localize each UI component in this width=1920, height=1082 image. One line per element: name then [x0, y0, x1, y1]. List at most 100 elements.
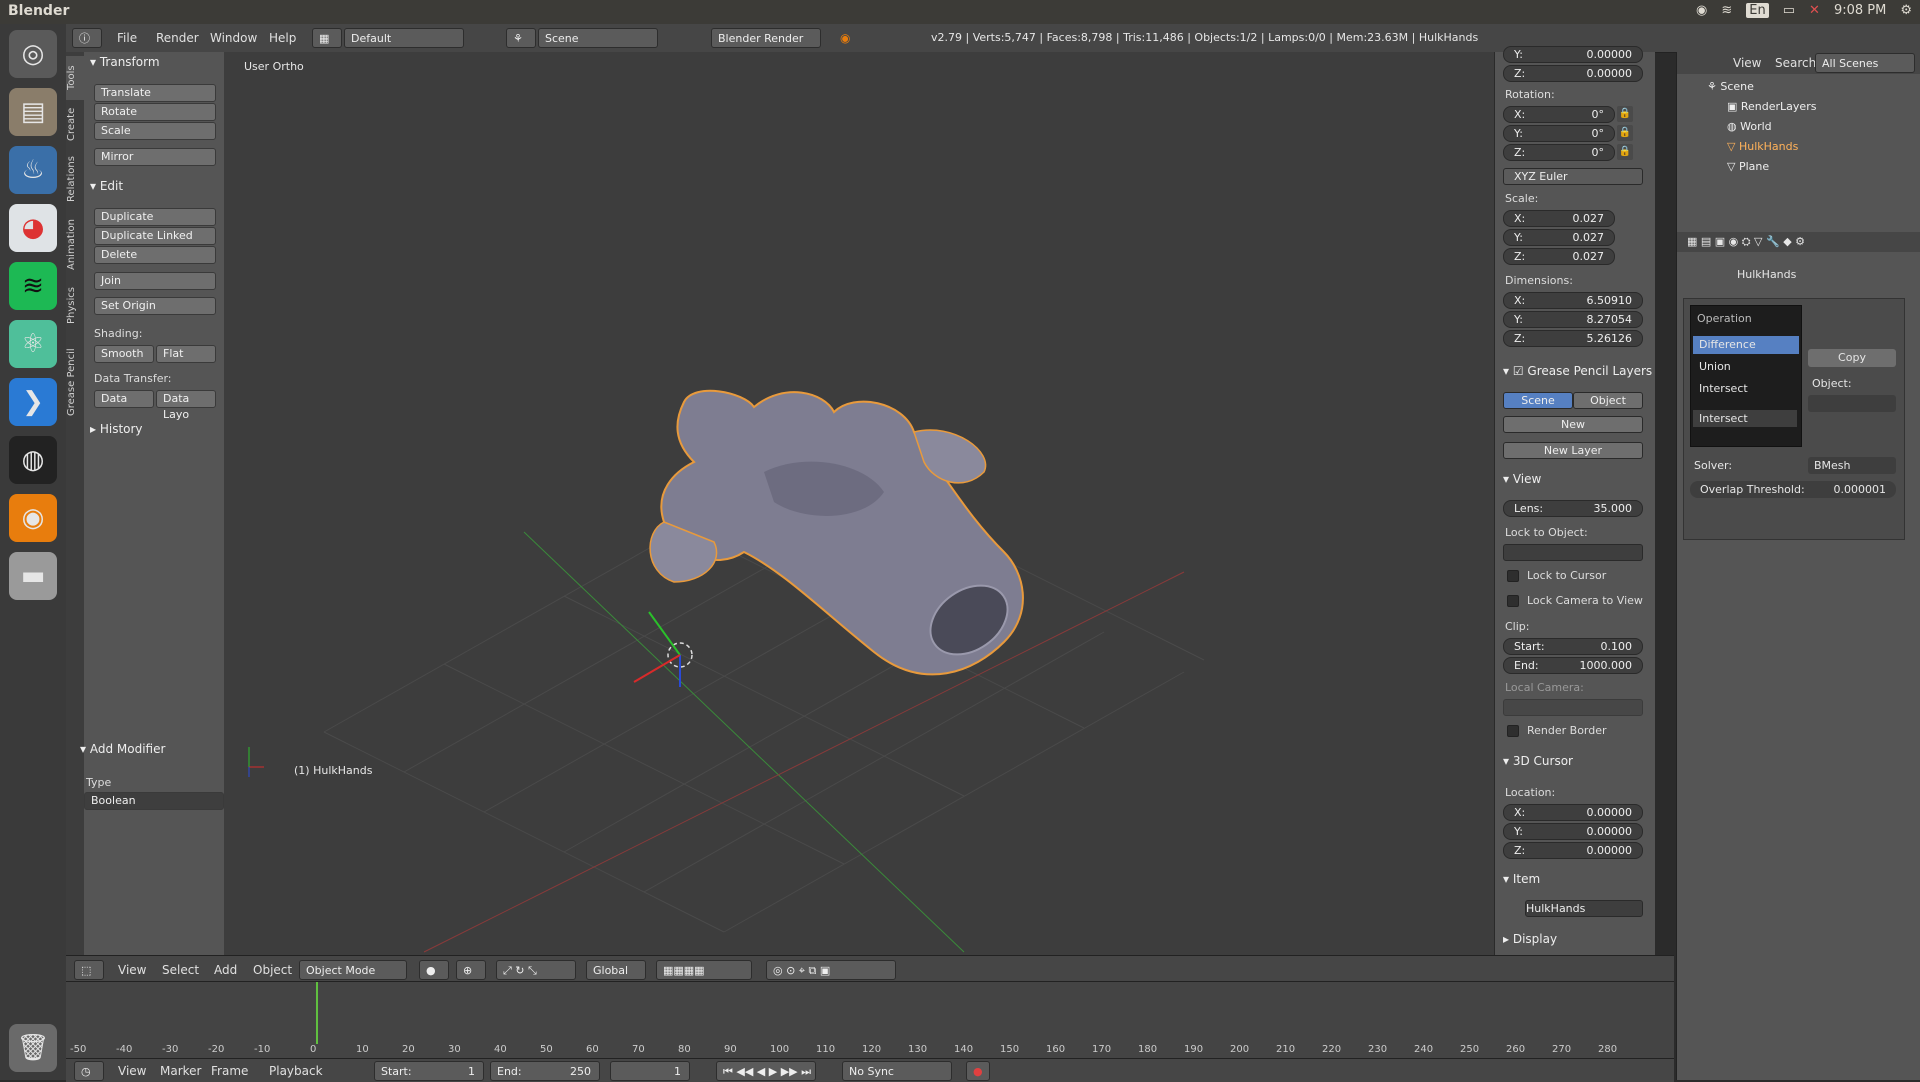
translate-button[interactable]: Translate: [94, 84, 216, 102]
layers-grid[interactable]: ▦▦▦▦: [656, 960, 752, 980]
dimension-y-field[interactable]: Y: 8.27054: [1503, 311, 1643, 328]
duplicate-button[interactable]: Duplicate: [94, 208, 216, 226]
menu-render[interactable]: Render: [156, 31, 199, 45]
tab-create[interactable]: Create: [66, 102, 84, 146]
clip-end-field[interactable]: End: 1000.000: [1503, 657, 1643, 674]
gp-new-button[interactable]: New: [1503, 416, 1643, 433]
volume-mute-icon[interactable]: ✕: [1809, 3, 1820, 18]
gp-new-layer-button[interactable]: New Layer: [1503, 442, 1643, 459]
dimension-x-field[interactable]: X: 6.50910: [1503, 292, 1643, 309]
scale-z-field[interactable]: Z: 0.027: [1503, 248, 1615, 265]
display-panel-header[interactable]: ▸ Display: [1503, 932, 1557, 946]
orientation-dropdown[interactable]: Global: [586, 960, 646, 980]
copy-button[interactable]: Copy: [1808, 349, 1896, 367]
view-panel-header[interactable]: ▾ View: [1503, 472, 1541, 486]
solver-dropdown[interactable]: BMesh: [1808, 457, 1896, 474]
properties-tabs[interactable]: ▦ ▤ ▣ ◉ ⛭ ▽ 🔧 ◆ ⚙: [1677, 232, 1920, 252]
start-frame-field[interactable]: Start: 1: [374, 1061, 484, 1081]
vp-menu-add[interactable]: Add: [214, 963, 237, 977]
record-icon[interactable]: ●: [966, 1061, 990, 1081]
spotify-icon[interactable]: ≋: [9, 262, 57, 310]
operation-option-intersect[interactable]: Intersect: [1693, 380, 1799, 398]
obs-icon[interactable]: ◍: [9, 436, 57, 484]
gp-scene-button[interactable]: Scene: [1503, 392, 1573, 409]
grease-pencil-header[interactable]: ▾ ☑ Grease Pencil Layers: [1503, 364, 1652, 378]
item-name-field[interactable]: HulkHands: [1525, 900, 1643, 917]
vp-menu-object[interactable]: Object: [253, 963, 292, 977]
tab-relations[interactable]: Relations: [66, 148, 84, 210]
layout-icon[interactable]: ▦: [312, 28, 342, 48]
properties-tab-icons[interactable]: ▦ ▤ ▣ ◉ ⛭ ▽ 🔧 ◆ ⚙: [1687, 235, 1805, 249]
gp-object-button[interactable]: Object: [1573, 392, 1643, 409]
vscode-icon[interactable]: ❯: [9, 378, 57, 426]
tab-animation[interactable]: Animation: [66, 212, 84, 278]
atom-icon[interactable]: ⚛: [9, 320, 57, 368]
transform-panel-header[interactable]: ▾ Transform: [90, 55, 160, 69]
lens-field[interactable]: Lens: 35.000: [1503, 500, 1643, 517]
tab-grease-pencil[interactable]: Grease Pencil: [66, 334, 84, 430]
operation-option-union[interactable]: Union: [1693, 358, 1799, 376]
rotation-z-field[interactable]: Z: 0°: [1503, 144, 1615, 161]
operation-current-dropdown[interactable]: Intersect: [1693, 410, 1797, 427]
render-border-checkbox[interactable]: [1507, 725, 1519, 737]
menu-help[interactable]: Help: [269, 31, 296, 45]
playback-controls[interactable]: ⏮ ◀◀ ◀ ▶ ▶▶ ⏭: [716, 1061, 816, 1081]
rotation-x-field[interactable]: X: 0°: [1503, 106, 1615, 123]
editor-type-info[interactable]: ⓘ: [72, 28, 102, 48]
3d-cursor-panel-header[interactable]: ▾ 3D Cursor: [1503, 754, 1573, 768]
current-frame-indicator[interactable]: [316, 982, 318, 1044]
outliner-filter-dropdown[interactable]: All Scenes: [1815, 53, 1915, 73]
cursor-x-field[interactable]: X: 0.00000: [1503, 804, 1643, 821]
drive-icon[interactable]: ▬: [9, 552, 57, 600]
current-frame-field[interactable]: 1: [610, 1061, 690, 1081]
manipulator-icons[interactable]: ⤢ ↻ ⤡: [496, 960, 576, 980]
lock-camera-checkbox[interactable]: [1507, 595, 1519, 607]
tl-menu-playback[interactable]: Playback: [269, 1064, 323, 1078]
clip-start-field[interactable]: Start: 0.100: [1503, 638, 1643, 655]
data-button[interactable]: Data: [94, 390, 154, 408]
editor-type-3d[interactable]: ⬚: [74, 960, 104, 980]
rotation-mode-dropdown[interactable]: XYZ Euler: [1503, 168, 1643, 185]
editor-type-timeline[interactable]: ◷: [74, 1061, 104, 1081]
object-picker-field[interactable]: [1808, 395, 1896, 412]
3d-viewport[interactable]: User Ortho (1) HulkHands: [224, 52, 1494, 955]
add-modifier-panel-header[interactable]: ▾ Add Modifier: [80, 742, 165, 756]
menu-file[interactable]: File: [117, 31, 137, 45]
scale-x-field[interactable]: X: 0.027: [1503, 210, 1615, 227]
tl-menu-frame[interactable]: Frame: [211, 1064, 248, 1078]
scene-dropdown[interactable]: Scene: [538, 28, 658, 48]
pivot-icon[interactable]: ⊕: [456, 960, 486, 980]
outliner-row-scene[interactable]: ⚘ Scene: [1707, 78, 1897, 96]
files-icon[interactable]: ▤: [9, 88, 57, 136]
settings-gear-icon[interactable]: ⚙: [1900, 3, 1912, 18]
trash-icon[interactable]: 🗑: [9, 1024, 57, 1072]
chrome-icon[interactable]: ◕: [9, 204, 57, 252]
outliner-row-plane[interactable]: ▽ Plane: [1727, 158, 1917, 176]
outliner-row-hulkhands[interactable]: ▽ HulkHands: [1727, 138, 1917, 156]
rotate-button[interactable]: Rotate: [94, 103, 216, 121]
location-y-field[interactable]: Y: 0.00000: [1503, 46, 1643, 63]
blender-icon[interactable]: ◉: [9, 494, 57, 542]
tl-menu-view[interactable]: View: [118, 1064, 146, 1078]
flat-button[interactable]: Flat: [156, 345, 216, 363]
snap-render-icons[interactable]: ◎ ⊙ ⌖ ⧉ ▣: [766, 960, 896, 980]
dimension-z-field[interactable]: Z: 5.26126: [1503, 330, 1643, 347]
data-layo-button[interactable]: Data Layo: [156, 390, 216, 421]
end-frame-field[interactable]: End: 250: [490, 1061, 600, 1081]
scene-icon[interactable]: ⚘: [506, 28, 536, 48]
steam-dock-icon[interactable]: ♨: [9, 146, 57, 194]
operation-option-difference[interactable]: Difference: [1693, 336, 1799, 354]
menu-window[interactable]: Window: [210, 31, 257, 45]
steam-icon[interactable]: ◉: [1696, 3, 1707, 18]
overlap-threshold-field[interactable]: Overlap Threshold: 0.000001: [1690, 481, 1896, 498]
delete-button[interactable]: Delete: [94, 246, 216, 264]
outliner-row-renderlayers[interactable]: ▣ RenderLayers: [1727, 98, 1917, 116]
clock[interactable]: 9:08 PM: [1834, 3, 1886, 18]
outliner-row-world[interactable]: ◍ World: [1727, 118, 1917, 136]
tab-physics[interactable]: Physics: [66, 280, 84, 332]
edit-panel-header[interactable]: ▾ Edit: [90, 179, 123, 193]
battery-icon[interactable]: ▭: [1783, 3, 1795, 18]
lock-object-field[interactable]: [1503, 544, 1643, 561]
scale-y-field[interactable]: Y: 0.027: [1503, 229, 1615, 246]
mirror-button[interactable]: Mirror: [94, 148, 216, 166]
